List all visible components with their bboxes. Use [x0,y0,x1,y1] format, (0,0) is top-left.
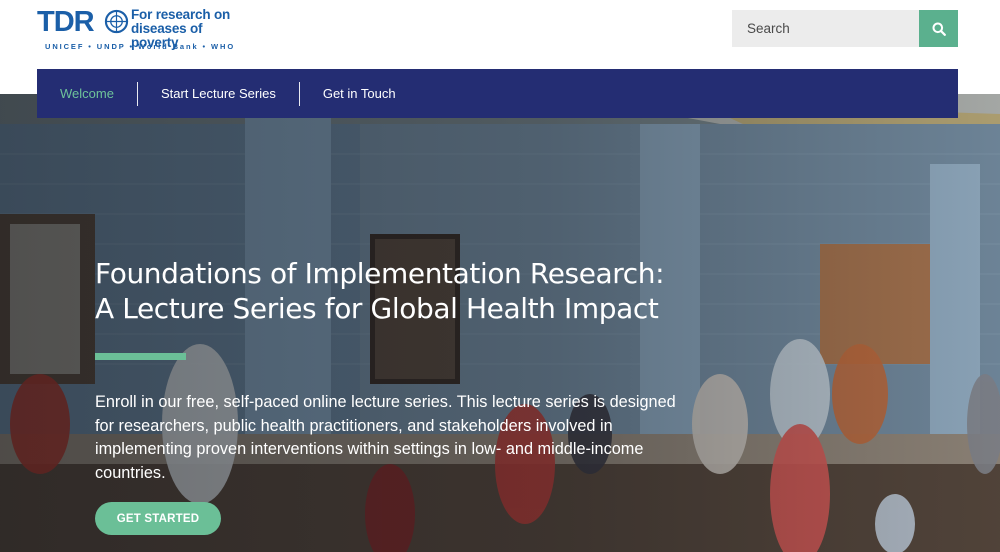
nav-item-get-in-touch[interactable]: Get in Touch [300,69,419,118]
logo-partners: UNICEF • UNDP • World Bank • WHO [45,42,236,51]
main-nav: Welcome Start Lecture Series Get in Touc… [37,69,958,118]
search-button[interactable] [919,10,958,47]
title-accent-bar [95,353,186,360]
hero-title-line1: Foundations of Implementation Research: [95,257,665,290]
search-box [732,10,958,47]
nav-divider [298,81,300,106]
get-started-button[interactable]: GET STARTED [95,502,221,535]
un-globe-icon [104,9,129,34]
hero-title-line2: A Lecture Series for Global Health Impac… [95,292,659,325]
hero-description: Enroll in our free, self-paced online le… [95,393,676,482]
nav-item-welcome[interactable]: Welcome [37,69,137,118]
logo-mark: TDR [37,6,95,38]
nav-item-start-lecture-series[interactable]: Start Lecture Series [138,69,299,118]
search-icon [932,22,946,36]
nav-divider [136,81,138,106]
logo-tagline-line1: For research on [131,7,231,22]
hero-title: Foundations of Implementation Research: … [95,256,735,326]
tdr-logo[interactable]: TDR For research on diseases of poverty … [37,6,252,56]
search-input[interactable] [732,10,919,47]
